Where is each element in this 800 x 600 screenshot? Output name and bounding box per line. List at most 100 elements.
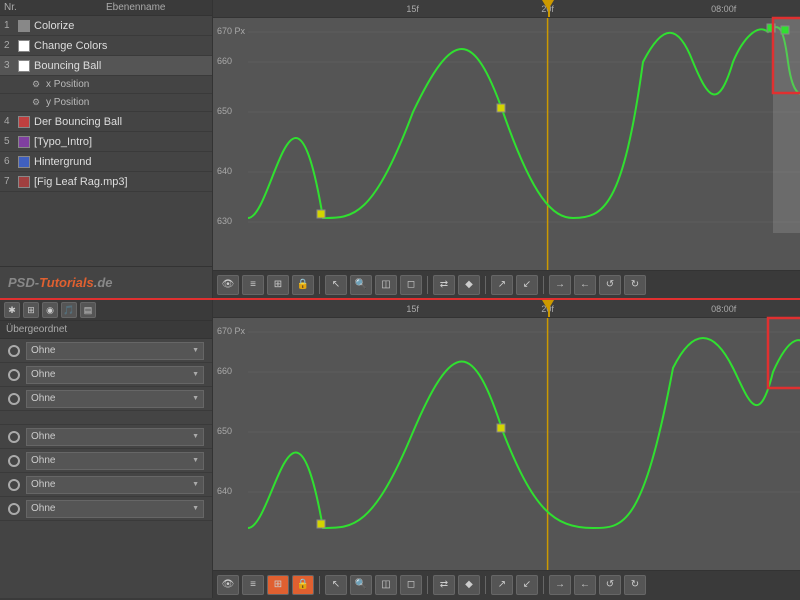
separator xyxy=(319,276,320,294)
layer-row[interactable]: 6 Hintergrund xyxy=(0,152,212,172)
param-dropdown[interactable]: Ohne xyxy=(26,390,204,408)
toolbar-nav1[interactable]: ↗ xyxy=(491,275,513,295)
param-dropdown[interactable]: Ohne xyxy=(26,366,204,384)
toolbar-ease2-b[interactable]: ← xyxy=(574,575,596,595)
layer-row[interactable]: 5 [Typo_Intro] xyxy=(0,132,212,152)
layer-num: 1 xyxy=(4,20,18,31)
param-dropdown[interactable]: Ohne xyxy=(26,342,204,360)
mini-toolbar-btn[interactable]: ✱ xyxy=(4,302,20,318)
graph-area-top: 15f 20f 08:00f 670 Px 660 650 640 630 xyxy=(213,0,800,298)
sublayer-y-position[interactable]: ⚙ y Position xyxy=(0,94,212,112)
playhead-marker-bottom xyxy=(542,300,554,310)
toolbar-list[interactable]: ≡ xyxy=(242,275,264,295)
keyframe-marker xyxy=(497,104,505,112)
graph-curve-green xyxy=(248,27,800,218)
param-circle xyxy=(8,479,20,491)
layer-row[interactable]: 4 Der Bouncing Ball xyxy=(0,112,212,132)
mini-toolbar-btn[interactable]: 🎵 xyxy=(61,302,77,318)
toolbar-lock-b[interactable]: 🔒 xyxy=(292,575,314,595)
toolbar-ease4-b[interactable]: ↻ xyxy=(624,575,646,595)
sublayer-name: y Position xyxy=(46,97,89,108)
toolbar-action1[interactable]: ⇄ xyxy=(433,275,455,295)
layer-color xyxy=(18,156,30,168)
sublayer-x-position[interactable]: ⚙ x Position xyxy=(0,76,212,94)
toolbar-lock[interactable]: 🔒 xyxy=(292,275,314,295)
toolbar-frame2-b[interactable]: ◻ xyxy=(400,575,422,595)
param-dropdown[interactable]: Ohne xyxy=(26,476,204,494)
toolbar-ease4[interactable]: ↻ xyxy=(624,275,646,295)
mini-toolbar-btn[interactable]: ◉ xyxy=(42,302,58,318)
timeline-mark-15f-b: 15f xyxy=(406,304,419,314)
toolbar-ease1[interactable]: → xyxy=(549,275,571,295)
playhead-marker xyxy=(542,0,554,10)
separator xyxy=(427,576,428,594)
gear-icon: ⚙ xyxy=(30,79,42,91)
param-row: Ohne xyxy=(0,363,212,387)
timeline-mark-8f: 08:00f xyxy=(711,4,736,14)
param-circle xyxy=(8,345,20,357)
bottom-header-label: Übergeordnet xyxy=(6,324,67,335)
toolbar-frame1[interactable]: ◫ xyxy=(375,275,397,295)
toolbar-ease1-b[interactable]: → xyxy=(549,575,571,595)
toolbar-diamond[interactable]: ◆ xyxy=(458,275,480,295)
toolbar-zoom[interactable]: 🔍 xyxy=(350,275,372,295)
toolbar-arrow-b[interactable]: ↖ xyxy=(325,575,347,595)
graph-canvas-top: 670 Px 660 650 640 630 xyxy=(213,18,800,270)
keyframe-marker xyxy=(317,210,325,218)
param-dropdown[interactable]: Ohne xyxy=(26,500,204,518)
layer-row[interactable]: 7 [Fig Leaf Rag.mp3] xyxy=(0,172,212,192)
param-circle xyxy=(8,431,20,443)
toolbar-ease3-b[interactable]: ↺ xyxy=(599,575,621,595)
layer-color xyxy=(18,116,30,128)
kf-bottom xyxy=(497,424,505,432)
separator xyxy=(319,576,320,594)
layer-name: Colorize xyxy=(34,20,74,32)
layer-color xyxy=(18,60,30,72)
separator xyxy=(427,276,428,294)
param-dropdown[interactable]: Ohne xyxy=(26,452,204,470)
toolbar-eye-b[interactable]: 👁 xyxy=(217,575,239,595)
toolbar-action1-b[interactable]: ⇄ xyxy=(433,575,455,595)
layer-num: 7 xyxy=(4,176,18,187)
layer-row[interactable]: 2 Change Colors xyxy=(0,36,212,56)
param-row: Ohne xyxy=(0,425,212,449)
toolbar-eye[interactable]: 👁 xyxy=(217,275,239,295)
toolbar-grid-b[interactable]: ⊞ xyxy=(267,575,289,595)
toolbar-diamond-b[interactable]: ◆ xyxy=(458,575,480,595)
toolbar-nav2-b[interactable]: ↙ xyxy=(516,575,538,595)
layer-row[interactable]: 1 Colorize xyxy=(0,16,212,36)
layer-row-bouncing-ball[interactable]: 3 Bouncing Ball xyxy=(0,56,212,76)
layer-name: [Typo_Intro] xyxy=(34,136,92,148)
separator xyxy=(485,276,486,294)
sidebar-header: Nr. Ebenenname xyxy=(0,0,212,16)
separator xyxy=(543,576,544,594)
graph-area-bottom: 15f 20f 08:00f 670 Px 660 650 640 xyxy=(213,300,800,598)
param-row: Ohne xyxy=(0,497,212,521)
mini-toolbar-btn[interactable]: ⊞ xyxy=(23,302,39,318)
toolbar-frame2[interactable]: ◻ xyxy=(400,275,422,295)
param-circle xyxy=(8,503,20,515)
layer-color xyxy=(18,20,30,32)
toolbar-ease2[interactable]: ← xyxy=(574,275,596,295)
graph-grid-bottom xyxy=(213,318,800,570)
num-col-header: Nr. xyxy=(4,2,106,13)
layer-name: Hintergrund xyxy=(34,156,91,168)
layer-color xyxy=(18,136,30,148)
param-row: Ohne xyxy=(0,339,212,363)
toolbar-arrow[interactable]: ↖ xyxy=(325,275,347,295)
param-circle xyxy=(8,393,20,405)
toolbar-ease3[interactable]: ↺ xyxy=(599,275,621,295)
toolbar-zoom-b[interactable]: 🔍 xyxy=(350,575,372,595)
toolbar-bottom: 👁 ≡ ⊞ 🔒 ↖ 🔍 ◫ ◻ ⇄ ◆ ↗ ↙ → ← ↺ ↻ xyxy=(213,570,800,598)
toolbar-frame1-b[interactable]: ◫ xyxy=(375,575,397,595)
kf-bottom xyxy=(317,520,325,528)
sidebar-top: Nr. Ebenenname 1 Colorize 2 Change Color… xyxy=(0,0,213,298)
gear-icon: ⚙ xyxy=(30,97,42,109)
toolbar-nav1-b[interactable]: ↗ xyxy=(491,575,513,595)
mini-toolbar-btn[interactable]: ▤ xyxy=(80,302,96,318)
param-dropdown[interactable]: Ohne xyxy=(26,428,204,446)
toolbar-grid[interactable]: ⊞ xyxy=(267,275,289,295)
toolbar-list-b[interactable]: ≡ xyxy=(242,575,264,595)
layer-num: 2 xyxy=(4,40,18,51)
toolbar-nav2[interactable]: ↙ xyxy=(516,275,538,295)
